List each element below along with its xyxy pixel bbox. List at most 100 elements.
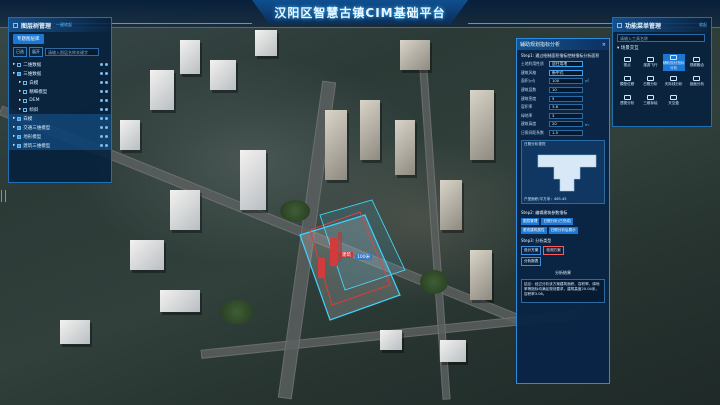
field-input[interactable]: 20 bbox=[549, 121, 583, 128]
field-input[interactable]: 1.5 bbox=[549, 130, 583, 137]
tool-search-input[interactable]: 请输入工具名称 bbox=[617, 34, 705, 42]
form-field: 建筑层数 10 bbox=[517, 86, 609, 95]
edit-building-button[interactable]: 更改建筑属性 bbox=[521, 227, 547, 235]
topic-layer-button[interactable]: 专题图层库 bbox=[13, 34, 44, 44]
layer-tree-item[interactable]: ▸ DEM bbox=[9, 96, 111, 105]
tool-button[interactable]: 天空盒 bbox=[663, 92, 685, 109]
field-label: 建筑密度 bbox=[521, 95, 537, 101]
tool-button[interactable]: 透视分析 bbox=[616, 92, 638, 109]
sunlight-analysis-button[interactable]: 日照分析(已完成) bbox=[541, 218, 574, 226]
layer-tree-item[interactable]: ▸ 倾斜 bbox=[9, 105, 111, 114]
visible-icon[interactable] bbox=[100, 63, 103, 66]
settings-icon[interactable] bbox=[105, 117, 108, 120]
chevron-right-icon[interactable]: ▸ bbox=[13, 125, 15, 130]
tool-button[interactable]: 三维标绘 bbox=[639, 92, 661, 109]
tool-button[interactable]: 视频融合 bbox=[686, 54, 708, 71]
visible-icon[interactable] bbox=[100, 90, 103, 93]
chevron-right-icon[interactable]: ▸ bbox=[19, 107, 21, 112]
chevron-right-icon[interactable]: ▸ bbox=[19, 89, 21, 94]
visible-icon[interactable] bbox=[100, 81, 103, 84]
chevron-right-icon[interactable]: ▸ bbox=[13, 71, 15, 76]
layer-checkbox[interactable] bbox=[17, 125, 22, 130]
settings-icon[interactable] bbox=[105, 99, 108, 102]
visible-icon[interactable] bbox=[100, 117, 103, 120]
tool-button[interactable]: 辅助规划指标分析 bbox=[662, 54, 685, 71]
layer-actions bbox=[100, 126, 111, 129]
layer-checkbox[interactable] bbox=[23, 98, 28, 103]
field-input[interactable]: 10 bbox=[549, 87, 583, 94]
visible-icon[interactable] bbox=[100, 108, 103, 111]
report-button[interactable]: 分析报表 bbox=[521, 257, 542, 267]
field-input[interactable]: 3.6 bbox=[549, 104, 583, 111]
field-input[interactable]: 3 bbox=[549, 112, 583, 119]
expand-all-button[interactable]: 展开 bbox=[29, 47, 43, 57]
check-plan-button[interactable]: 检测方案 bbox=[543, 246, 564, 256]
settings-icon[interactable] bbox=[105, 72, 108, 75]
chevron-right-icon[interactable]: ▸ bbox=[13, 134, 15, 139]
show-after-analysis-button[interactable]: 日照分析后展示 bbox=[548, 227, 578, 235]
layer-search-input[interactable]: 请输入图层名称关键字 bbox=[45, 48, 99, 56]
form-field: 绿地率 3 bbox=[517, 112, 609, 121]
section-scene-interaction[interactable]: ▾ 场景交互 bbox=[613, 44, 711, 52]
layer-tree-item[interactable]: ▸ 建筑三维模型 bbox=[9, 141, 111, 150]
field-unit: m bbox=[585, 121, 589, 127]
settings-icon[interactable] bbox=[105, 108, 108, 111]
layer-tree-item[interactable]: ▸ 白模 bbox=[9, 114, 111, 123]
settings-icon[interactable] bbox=[105, 90, 108, 93]
settings-icon[interactable] bbox=[105, 63, 108, 66]
left-expand-handle[interactable] bbox=[1, 190, 6, 202]
tool-label: 视频融合 bbox=[689, 63, 705, 67]
step2-title: Step2: 编辑建筑参数指标 bbox=[521, 210, 568, 216]
selected-filter-button[interactable]: 已选 bbox=[13, 47, 27, 57]
layer-tree-item[interactable]: ▸ 交通三维模型 bbox=[9, 123, 111, 132]
layer-checkbox[interactable] bbox=[17, 71, 22, 76]
field-label: 日照间距系数 bbox=[521, 130, 544, 136]
layer-actions bbox=[100, 108, 111, 111]
field-input[interactable]: 居住用地 bbox=[549, 61, 583, 68]
sunlight-preview: 日照分析视觉 户型面积/平方米：465.45 bbox=[521, 140, 605, 205]
field-input[interactable]: 100 bbox=[549, 78, 583, 85]
layer-checkbox[interactable] bbox=[17, 62, 22, 67]
layer-checkbox[interactable] bbox=[23, 89, 28, 94]
visible-icon[interactable] bbox=[100, 144, 103, 147]
layer-checkbox[interactable] bbox=[23, 107, 28, 112]
settings-icon[interactable] bbox=[105, 135, 108, 138]
layer-tree-item[interactable]: ▸ 三维数据 bbox=[9, 69, 111, 78]
close-icon[interactable]: × bbox=[602, 42, 606, 48]
field-label: 面积(㎡) bbox=[521, 78, 536, 84]
visible-icon[interactable] bbox=[100, 99, 103, 102]
settings-icon[interactable] bbox=[105, 144, 108, 147]
layer-checkbox[interactable] bbox=[23, 80, 28, 85]
visible-icon[interactable] bbox=[100, 72, 103, 75]
layer-tree-item[interactable]: ▸ 白模 bbox=[9, 78, 111, 87]
settings-icon[interactable] bbox=[105, 81, 108, 84]
chevron-right-icon[interactable]: ▸ bbox=[19, 80, 21, 85]
visible-icon[interactable] bbox=[100, 135, 103, 138]
layer-manage-button[interactable]: 图层管理 bbox=[521, 218, 540, 226]
visible-icon[interactable] bbox=[100, 126, 103, 129]
tool-button[interactable]: 日照分析 bbox=[639, 73, 661, 90]
collapse-link[interactable]: 收起 bbox=[699, 22, 707, 28]
chevron-right-icon[interactable]: ▸ bbox=[13, 62, 15, 67]
tool-button[interactable]: 漫游飞行 bbox=[639, 54, 661, 71]
layer-checkbox[interactable] bbox=[17, 116, 22, 121]
layer-tree-item[interactable]: ▸ 地形模型 bbox=[9, 132, 111, 141]
tool-button[interactable]: 天际线分析 bbox=[663, 73, 685, 90]
chevron-right-icon[interactable]: ▸ bbox=[13, 143, 15, 148]
tool-label: 模型位移 bbox=[619, 82, 635, 86]
tool-button[interactable]: 视点 bbox=[616, 54, 638, 71]
tool-icon bbox=[670, 54, 678, 60]
field-input[interactable]: 新中式 bbox=[549, 69, 583, 76]
collapse-link[interactable]: 一键收起 bbox=[56, 22, 72, 28]
layer-checkbox[interactable] bbox=[17, 134, 22, 139]
tool-button[interactable]: 剖面分析 bbox=[686, 73, 708, 90]
design-plan-button[interactable]: 设计方案 bbox=[521, 246, 542, 256]
layer-tree-item[interactable]: ▸ 二维数据 bbox=[9, 60, 111, 69]
chevron-right-icon[interactable]: ▸ bbox=[13, 116, 15, 121]
layer-checkbox[interactable] bbox=[17, 143, 22, 148]
layer-tree-item[interactable]: ▸ 精细模型 bbox=[9, 87, 111, 96]
chevron-right-icon[interactable]: ▸ bbox=[19, 98, 21, 103]
settings-icon[interactable] bbox=[105, 126, 108, 129]
field-input[interactable]: 5 bbox=[549, 95, 583, 102]
tool-button[interactable]: 模型位移 bbox=[616, 73, 638, 90]
